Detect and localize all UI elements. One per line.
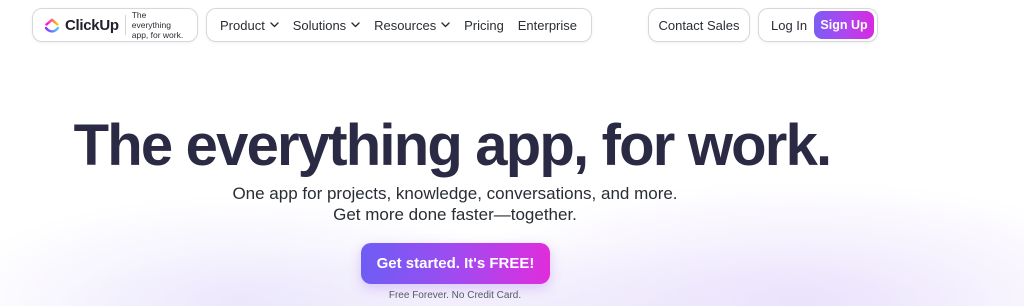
nav-item-label: Enterprise [517,17,577,33]
nav-item-label: Product [220,17,265,33]
hero-subtitle-line-1: One app for projects, knowledge, convers… [232,184,678,203]
get-started-button[interactable]: Get started. It's FREE! [361,243,550,284]
nav-item-label: Resources [374,17,437,33]
signup-button[interactable]: Sign Up [814,11,874,39]
nav-item-label: Solutions [292,17,347,33]
login-link[interactable]: Log In [771,18,807,33]
nav-item-label: Pricing [464,17,504,33]
hero-title: The everything app, for work. [73,113,833,178]
brand-name: ClickUp [65,16,119,34]
hero-subtitle-line-2: Get more done faster—together. [333,205,577,224]
logo-home-link[interactable]: ClickUp The everything app, for work. [32,8,198,42]
clickup-logo-icon [43,16,61,34]
nav-item-solutions[interactable]: Solutions [293,18,360,33]
nav-item-pricing[interactable]: Pricing [464,18,504,33]
chevron-down-icon [441,22,450,28]
brand-tagline: The everything app, for work. [132,10,187,40]
contact-sales-button[interactable]: Contact Sales [648,8,750,42]
tagline-line-2: app, for work. [131,30,184,40]
nav-item-resources[interactable]: Resources [374,18,450,33]
cta-note: Free Forever. No Credit Card. [388,290,522,301]
nav-item-product[interactable]: Product [220,18,279,33]
logo-divider [124,15,126,35]
nav-item-enterprise[interactable]: Enterprise [518,18,577,33]
tagline-line-1: The everything [131,10,171,30]
chevron-down-icon [351,22,360,28]
chevron-down-icon [270,22,279,28]
auth-group: Log In Sign Up [758,8,878,42]
main-nav: Product Solutions Resources Pricing Ente… [206,8,592,42]
